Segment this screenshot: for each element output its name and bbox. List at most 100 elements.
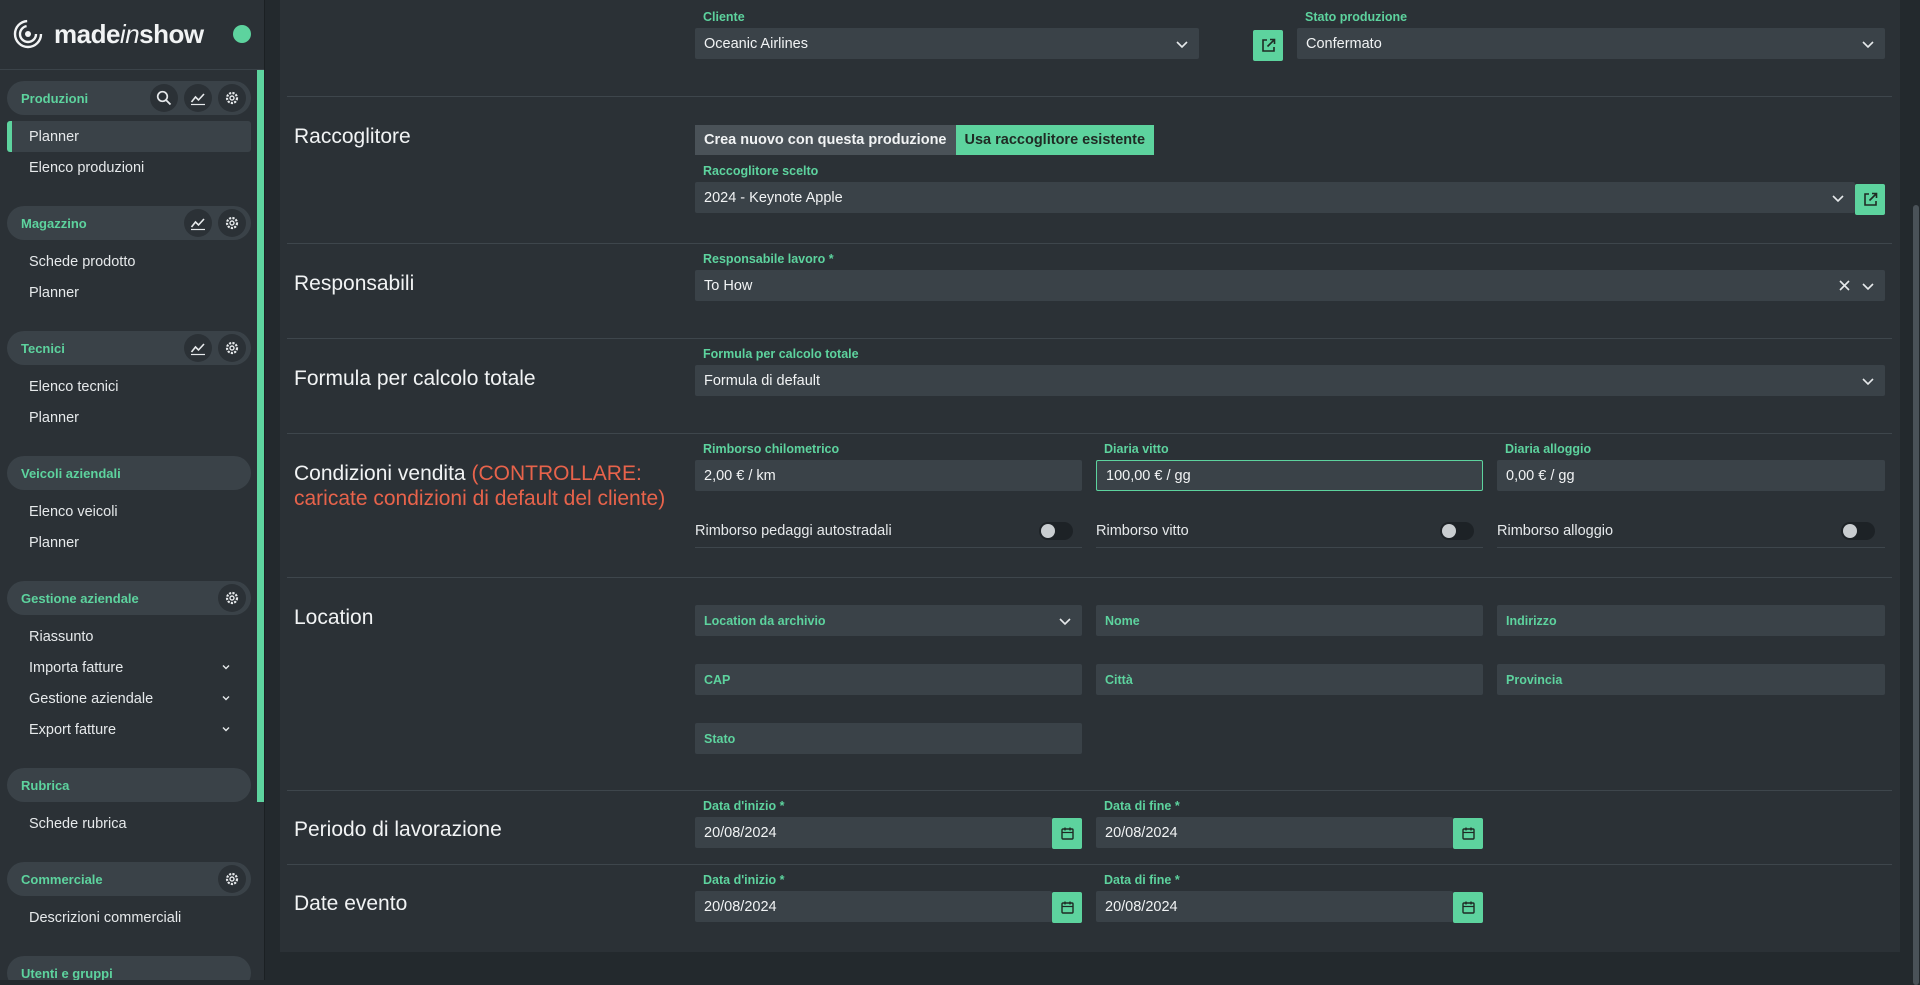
- nav-group-rubrica: Rubrica Schede rubrica: [7, 768, 251, 839]
- diaria-alloggio-field: Diaria alloggio 0,00 € / gg: [1497, 442, 1885, 491]
- raccoglitore-select[interactable]: 2024 - Keynote Apple: [695, 182, 1855, 213]
- chevron-down-icon: [1862, 283, 1874, 291]
- nav-group-header[interactable]: Utenti e gruppi: [7, 956, 251, 980]
- nav-group-header[interactable]: Gestione aziendale: [7, 581, 251, 615]
- field-label: Formula per calcolo totale: [703, 347, 859, 361]
- stato-produzione-select[interactable]: Confermato: [1297, 28, 1885, 59]
- chevron-down-icon: [222, 727, 230, 732]
- nav-group-veicoli: Veicoli aziendali Elenco veicoli Planner: [7, 456, 251, 558]
- sidebar-item-planner-tecnici[interactable]: Planner: [7, 402, 251, 433]
- diaria-alloggio-input[interactable]: 0,00 € / gg: [1497, 460, 1885, 491]
- section-title-raccoglitore: Raccoglitore: [294, 125, 411, 148]
- sidebar-item-descrizioni-commerciali[interactable]: Descrizioni commerciali: [7, 902, 251, 933]
- search-icon[interactable]: [150, 84, 178, 112]
- chart-icon[interactable]: [184, 84, 212, 112]
- nav-group-header[interactable]: Rubrica: [7, 768, 251, 802]
- nav-group-tecnici: Tecnici Elenco tecnici Planner: [7, 331, 251, 433]
- field-label: Data d'inizio *: [703, 873, 785, 887]
- chart-icon[interactable]: [184, 209, 212, 237]
- nav-group-header[interactable]: Tecnici: [7, 331, 251, 365]
- nav-group-produzioni: Produzioni Planner Elenco produzioni: [7, 81, 251, 183]
- gear-icon[interactable]: [218, 84, 246, 112]
- divider: [0, 69, 264, 70]
- open-cliente-button[interactable]: [1253, 30, 1283, 61]
- scrollbar-thumb[interactable]: [1913, 205, 1919, 985]
- rimborso-km-input[interactable]: 2,00 € / km: [695, 460, 1082, 491]
- gear-icon[interactable]: [218, 334, 246, 362]
- location-indirizzo-input[interactable]: Indirizzo: [1497, 605, 1885, 636]
- periodo-start-input[interactable]: 20/08/2024: [695, 817, 1052, 848]
- brand[interactable]: madeinshow: [12, 14, 204, 54]
- location-nome-input[interactable]: Nome: [1096, 605, 1483, 636]
- nav-group-title: Utenti e gruppi: [21, 965, 113, 981]
- nav-group-header[interactable]: Commerciale: [7, 862, 251, 896]
- chart-icon[interactable]: [184, 334, 212, 362]
- diaria-vitto-input[interactable]: 100,00 € / gg: [1096, 460, 1483, 491]
- close-icon[interactable]: [1838, 279, 1851, 292]
- field-label: Diaria vitto: [1104, 442, 1169, 456]
- sidebar-item-planner[interactable]: Planner: [7, 121, 251, 152]
- location-provincia-input[interactable]: Provincia: [1497, 664, 1885, 695]
- toggle-pedaggi-switch[interactable]: [1039, 522, 1073, 540]
- location-citta-input[interactable]: Città: [1096, 664, 1483, 695]
- chevron-down-icon: [1862, 41, 1874, 49]
- nav-group-header[interactable]: Veicoli aziendali: [7, 456, 251, 490]
- field-label: Data d'inizio *: [703, 799, 785, 813]
- option-crea-nuovo[interactable]: Crea nuovo con questa produzione: [695, 125, 956, 155]
- divider: [287, 864, 1892, 865]
- sidebar-item-export-fatture[interactable]: Export fatture: [7, 714, 251, 745]
- location-stato-input[interactable]: Stato: [695, 723, 1082, 754]
- page-background: [265, 952, 1920, 980]
- toggle-vitto-switch[interactable]: [1440, 522, 1474, 540]
- evento-start-calendar-button[interactable]: [1052, 892, 1082, 923]
- chevron-down-icon: [1832, 195, 1844, 203]
- section-title-evento: Date evento: [294, 892, 408, 915]
- evento-end-input[interactable]: 20/08/2024: [1096, 891, 1453, 922]
- sidebar-item-elenco-veicoli[interactable]: Elenco veicoli: [7, 496, 251, 527]
- sidebar-item-planner-veicoli[interactable]: Planner: [7, 527, 251, 558]
- toggle-alloggio-label: Rimborso alloggio: [1497, 523, 1614, 539]
- sidebar-item-riassunto[interactable]: Riassunto: [7, 621, 251, 652]
- sidebar-item-planner-magazzino[interactable]: Planner: [7, 277, 251, 308]
- diaria-vitto-field: Diaria vitto 100,00 € / gg: [1096, 442, 1483, 491]
- sidebar-item-gestione-aziendale[interactable]: Gestione aziendale: [7, 683, 251, 714]
- periodo-end-calendar-button[interactable]: [1453, 818, 1483, 849]
- sidebar-item-elenco-produzioni[interactable]: Elenco produzioni: [7, 152, 251, 183]
- nav-group-header[interactable]: Produzioni: [7, 81, 251, 115]
- gear-icon[interactable]: [218, 584, 246, 612]
- periodo-start-calendar-button[interactable]: [1052, 818, 1082, 849]
- rimborso-km-field: Rimborso chilometrico 2,00 € / km: [695, 442, 1082, 491]
- page-scrollbar[interactable]: [1912, 0, 1920, 985]
- toggle-pedaggi-label: Rimborso pedaggi autostradali: [695, 523, 892, 539]
- location-archivio-select[interactable]: Location da archivio: [695, 605, 1082, 636]
- calendar-icon: [1461, 901, 1475, 914]
- divider: [695, 547, 1082, 548]
- section-title-location: Location: [294, 606, 374, 629]
- raccoglitore-scelto-field: Raccoglitore scelto 2024 - Keynote Apple: [695, 164, 1855, 213]
- chevron-down-icon: [1176, 41, 1188, 49]
- open-raccoglitore-button[interactable]: [1855, 184, 1885, 215]
- nav-group-header[interactable]: Magazzino: [7, 206, 251, 240]
- gear-icon[interactable]: [218, 865, 246, 893]
- formula-select[interactable]: Formula di default: [695, 365, 1885, 396]
- sidebar-item-importa-fatture[interactable]: Importa fatture: [7, 652, 251, 683]
- field-label: Diaria alloggio: [1505, 442, 1592, 456]
- sidebar-item-schede-prodotto[interactable]: Schede prodotto: [7, 246, 251, 277]
- sidebar-item-schede-rubrica[interactable]: Schede rubrica: [7, 808, 251, 839]
- toggle-alloggio-switch[interactable]: [1841, 522, 1875, 540]
- select-value: Oceanic Airlines: [704, 35, 808, 52]
- calendar-icon: [1461, 827, 1475, 840]
- evento-start-input[interactable]: 20/08/2024: [695, 891, 1052, 922]
- gear-icon[interactable]: [218, 209, 246, 237]
- sidebar-item-elenco-tecnici[interactable]: Elenco tecnici: [7, 371, 251, 402]
- cliente-select[interactable]: Oceanic Airlines: [695, 28, 1199, 59]
- option-usa-esistente[interactable]: Usa raccoglitore esistente: [955, 125, 1155, 155]
- evento-end-calendar-button[interactable]: [1453, 892, 1483, 923]
- section-title-condizioni: Condizioni vendita (CONTROLLARE: caricat…: [294, 462, 666, 510]
- sidebar-scroll-indicator: [257, 70, 264, 802]
- periodo-end-input[interactable]: 20/08/2024: [1096, 817, 1453, 848]
- select-value: Formula di default: [704, 372, 821, 389]
- responsabile-lavoro-select[interactable]: To How: [695, 270, 1885, 301]
- calendar-icon: [1060, 901, 1074, 914]
- location-cap-input[interactable]: CAP: [695, 664, 1082, 695]
